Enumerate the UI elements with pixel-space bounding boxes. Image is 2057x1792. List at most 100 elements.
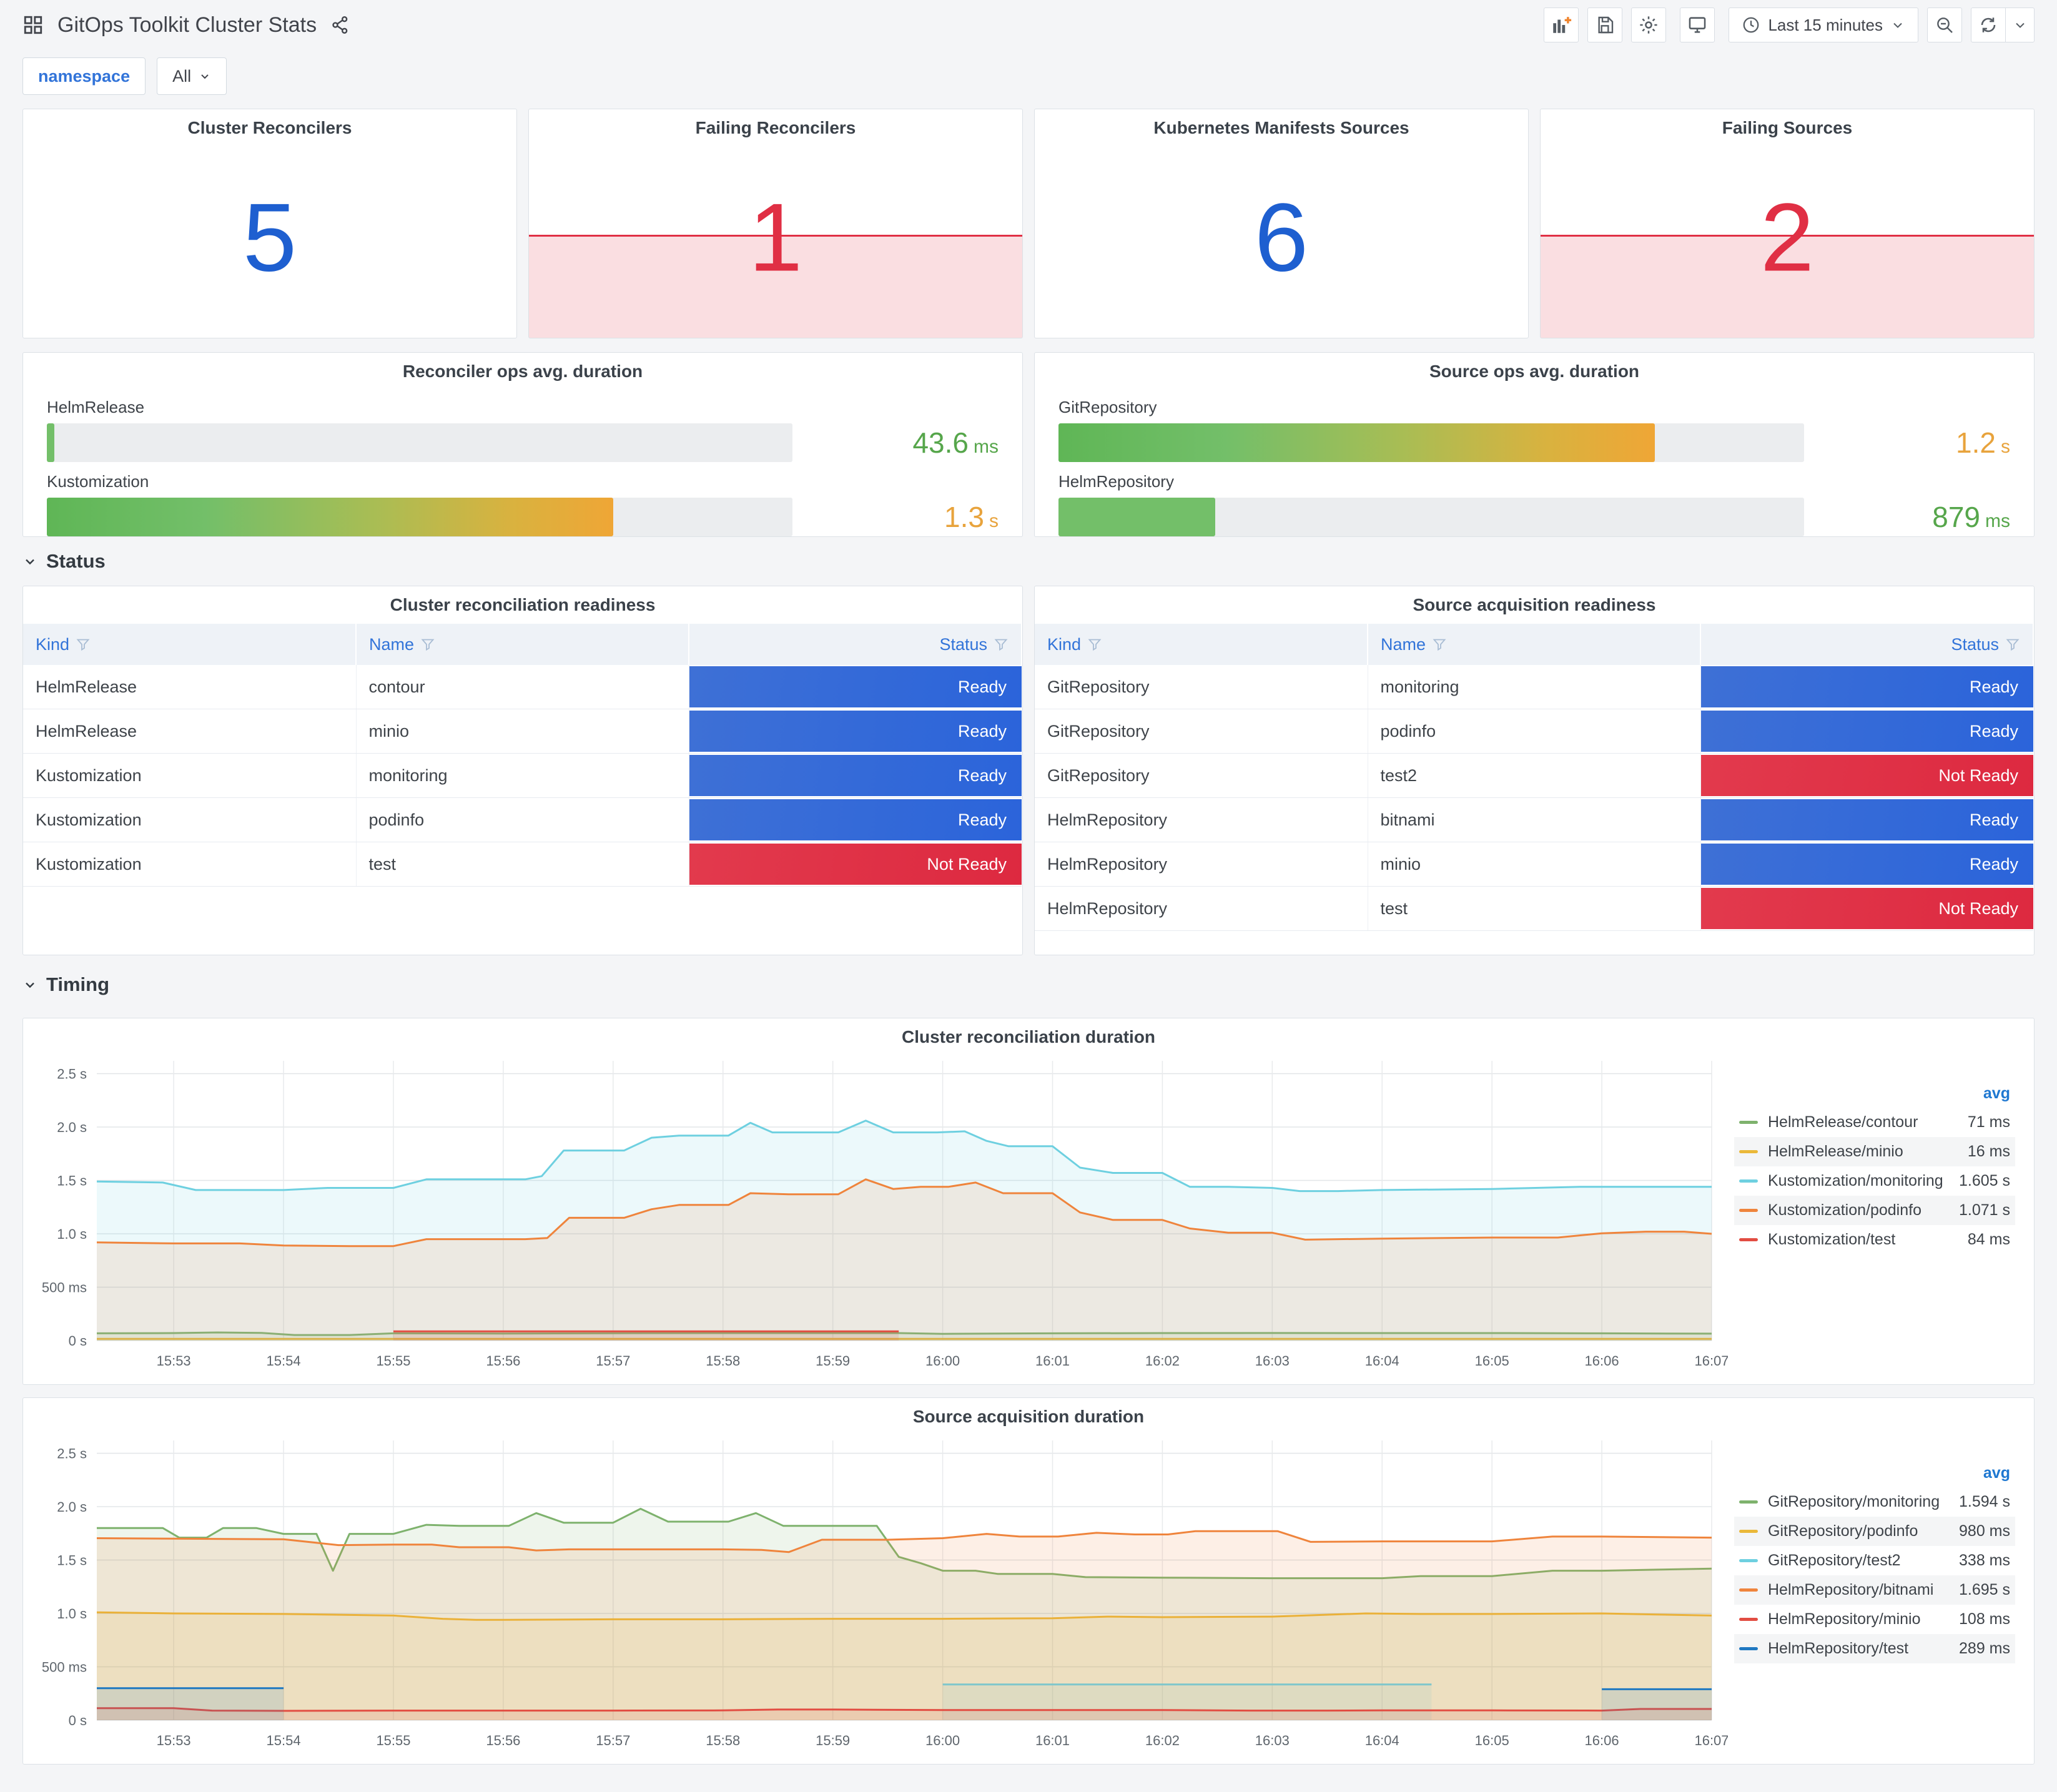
section-row-timing[interactable]: Timing [22,964,2035,1005]
column-header-status[interactable]: Status [689,624,1022,665]
legend-avg-header[interactable]: avg [1734,1082,2015,1108]
svg-text:15:56: 15:56 [486,1733,520,1748]
filter-funnel-icon[interactable] [1087,637,1102,652]
gauge-track [1058,498,1804,536]
timeseries-plot[interactable]: 0 s 500 ms 1.0 s 1.5 s 2.0 s 2.5 s 15:53 15:54 1… [23,1427,1729,1760]
variable-value: All [172,66,192,86]
gauge-row: GitRepository 1.2 s [1058,398,2010,462]
panel-title[interactable]: Cluster reconciliation readiness [23,586,1022,615]
cycle-view-mode-button[interactable] [1680,7,1715,42]
legend-series-name: Kustomization/test [1768,1231,1896,1248]
gauge-fill [1058,423,1655,462]
filter-funnel-icon[interactable] [420,637,435,652]
panel-title[interactable]: Source ops avg. duration [1035,353,2034,382]
panel-title[interactable]: Failing Reconcilers [529,109,1022,138]
timeseries-plot[interactable]: 0 s 500 ms 1.0 s 1.5 s 2.0 s 2.5 s 15:53 15:54 1… [23,1047,1729,1381]
column-header-status[interactable]: Status [1700,624,2034,665]
panel-title[interactable]: Reconciler ops avg. duration [23,353,1022,382]
cell-name: test [356,842,689,887]
legend-series-dash-icon [1739,1618,1758,1621]
panel-title[interactable]: Failing Sources [1541,109,2034,138]
save-dashboard-button[interactable] [1587,7,1623,42]
status-badge: Ready [689,711,1022,752]
legend-series-dash-icon [1739,1179,1758,1183]
filter-funnel-icon[interactable] [2005,637,2020,652]
refresh-interval-dropdown[interactable] [2006,7,2035,42]
svg-text:16:03: 16:03 [1255,1353,1290,1369]
panel-title[interactable]: Cluster reconciliation duration [23,1018,2034,1047]
navbar: GitOps Toolkit Cluster Stats Last 15 min… [12,0,2045,50]
gauge-value: 879 ms [1932,501,2010,533]
chart-svg: 0 s 500 ms 1.0 s 1.5 s 2.0 s 2.5 s 15:53 15:54 1… [42,1440,1729,1748]
svg-text:15:56: 15:56 [486,1353,520,1369]
legend-item[interactable]: HelmRepository/bitnami 1.695 s [1734,1575,2015,1605]
legend-series-dash-icon [1739,1647,1758,1650]
legend-item[interactable]: GitRepository/podinfo 980 ms [1734,1517,2015,1546]
variable-namespace-value-dropdown[interactable]: All [157,57,227,95]
panel-title[interactable]: Kubernetes Manifests Sources [1035,109,1528,138]
svg-text:16:02: 16:02 [1145,1353,1180,1369]
legend-item[interactable]: Kustomization/monitoring 1.605 s [1734,1166,2015,1196]
legend-series-avg: 1.594 s [1958,1493,2010,1510]
filter-funnel-icon[interactable] [76,637,91,652]
table-row: HelmRepository bitnami Ready [1035,797,2033,842]
legend-item[interactable]: HelmRepository/minio 108 ms [1734,1605,2015,1634]
table-row: GitRepository podinfo Ready [1035,709,2033,754]
zoom-out-time-button[interactable] [1927,7,1962,42]
dashboard-settings-button[interactable] [1631,7,1667,42]
legend-item[interactable]: Kustomization/test 84 ms [1734,1225,2015,1254]
svg-text:16:04: 16:04 [1365,1353,1399,1369]
cell-status: Ready [689,753,1022,798]
svg-text:16:06: 16:06 [1585,1733,1619,1748]
legend-item[interactable]: GitRepository/monitoring 1.594 s [1734,1487,2015,1517]
column-header-kind[interactable]: Kind [23,624,357,665]
cell-name: podinfo [1368,709,1701,754]
panel-title[interactable]: Source acquisition duration [23,1398,2034,1427]
panel-title[interactable]: Cluster Reconcilers [23,109,516,138]
legend-item[interactable]: GitRepository/test2 338 ms [1734,1546,2015,1575]
time-range-picker[interactable]: Last 15 minutes [1729,7,1918,42]
gauge-label: HelmRepository [1058,472,1174,491]
filter-funnel-icon[interactable] [1432,637,1447,652]
legend-item[interactable]: HelmRelease/minio 16 ms [1734,1137,2015,1166]
cell-name: monitoring [1368,665,1701,709]
svg-text:0 s: 0 s [69,1333,87,1349]
variable-namespace-label[interactable]: namespace [22,57,146,95]
stat-panel: Failing Reconcilers 1 [528,109,1023,338]
cell-status: Ready [689,665,1022,709]
panel-title[interactable]: Source acquisition readiness [1035,586,2034,615]
legend-item[interactable]: Kustomization/podinfo 1.071 s [1734,1196,2015,1225]
variables-bar: namespace All [12,50,2045,109]
share-icon[interactable] [330,15,350,35]
gauge-track [1058,423,1804,462]
filter-funnel-icon[interactable] [994,637,1009,652]
column-header-name[interactable]: Name [1368,624,1701,665]
refresh-button[interactable] [1971,7,2006,42]
gauge-fill [47,498,614,536]
stat-value: 6 [1254,183,1309,292]
column-header-kind[interactable]: Kind [1035,624,1368,665]
section-row-status[interactable]: Status [22,541,2035,582]
svg-text:15:57: 15:57 [596,1353,630,1369]
svg-text:16:07: 16:07 [1694,1733,1728,1748]
legend-item[interactable]: HelmRepository/test 289 ms [1734,1634,2015,1663]
svg-text:16:06: 16:06 [1585,1353,1619,1369]
stat-panel: Kubernetes Manifests Sources 6 [1034,109,1529,338]
svg-text:1.5 s: 1.5 s [57,1173,87,1189]
status-badge: Ready [1700,711,2033,752]
legend-series-name: GitRepository/test2 [1768,1552,1901,1569]
column-header-name[interactable]: Name [356,624,689,665]
legend-item[interactable]: HelmRelease/contour 71 ms [1734,1108,2015,1137]
table-row: Kustomization monitoring Ready [23,753,1022,798]
cell-kind: HelmRelease [23,665,357,709]
svg-text:15:58: 15:58 [706,1733,740,1748]
stat-panel: Cluster Reconcilers 5 [22,109,517,338]
clock-icon [1744,17,1759,33]
cell-status: Not Ready [1700,886,2033,931]
status-badge: Ready [689,755,1022,796]
legend-avg-header[interactable]: avg [1734,1462,2015,1487]
add-panel-button[interactable] [1544,7,1579,42]
cell-status: Ready [1700,709,2033,754]
time-range-label: Last 15 minutes [1768,15,1883,34]
series-area [1602,1689,1712,1720]
